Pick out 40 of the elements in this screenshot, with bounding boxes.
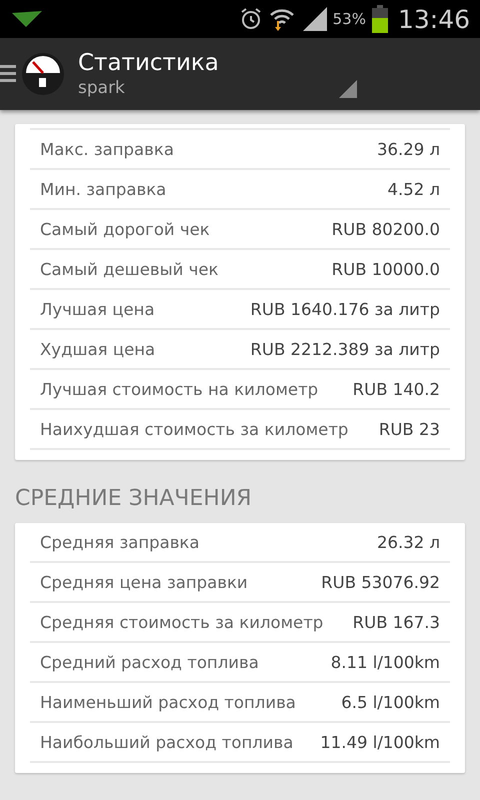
stat-value: 26.32 л <box>376 532 440 552</box>
stat-value: RUB 140.2 <box>352 380 440 398</box>
alarm-icon <box>238 7 263 31</box>
clock-time: 13:46 <box>398 4 470 34</box>
stat-label: Наименьший расход топлива <box>40 692 296 712</box>
stat-label: Средняя цена заправки <box>40 572 248 592</box>
stat-value: RUB 80200.0 <box>332 220 440 238</box>
stat-label: Самый дешевый чек <box>40 260 218 278</box>
stat-value: RUB 1640.176 за литр <box>250 300 440 318</box>
stat-label: Наихудшая стоимость за километр <box>40 420 348 438</box>
stat-label: Макс. заправка <box>40 140 174 158</box>
stat-label: Лучшая стоимость на километр <box>40 380 318 398</box>
battery-icon <box>372 5 388 33</box>
vehicle-selector[interactable]: spark <box>78 77 219 99</box>
stat-label: Средний расход топлива <box>40 652 259 672</box>
stat-label: Средняя заправка <box>40 532 200 552</box>
stat-value: RUB 167.3 <box>352 612 440 632</box>
stat-value: RUB 10000.0 <box>332 260 440 278</box>
stat-label: Худшая цена <box>40 340 156 358</box>
stat-value: 36.29 л <box>376 140 440 158</box>
stat-label: Лучшая цена <box>40 300 155 318</box>
wifi-icon <box>268 7 295 31</box>
stat-label: Мин. заправка <box>40 180 166 198</box>
stat-value: 11.49 l/100km <box>320 732 440 752</box>
section-heading: СРЕДНИЕ ЗНАЧЕНИЯ <box>15 485 253 513</box>
fuel-gauge-icon <box>22 53 64 95</box>
stat-value: RUB 23 <box>378 420 440 438</box>
screen-title: Статистика <box>78 49 219 77</box>
stat-value: 8.11 l/100km <box>330 652 440 672</box>
battery-percent: 53% <box>332 10 366 28</box>
stat-label: Самый дорогой чек <box>40 220 210 238</box>
stat-value: RUB 2212.389 за литр <box>250 340 440 358</box>
stat-value: 4.52 л <box>387 180 440 198</box>
signal-icon <box>300 7 327 31</box>
stat-label: Средняя стоимость за километр <box>40 612 324 632</box>
stat-value: 6.5 l/100km <box>341 692 440 712</box>
dropdown-corner-icon[interactable] <box>338 80 357 98</box>
stat-value: RUB 53076.92 <box>321 572 440 592</box>
stat-label: Наибольший расход топлива <box>40 732 294 752</box>
menu-icon[interactable] <box>0 63 16 85</box>
